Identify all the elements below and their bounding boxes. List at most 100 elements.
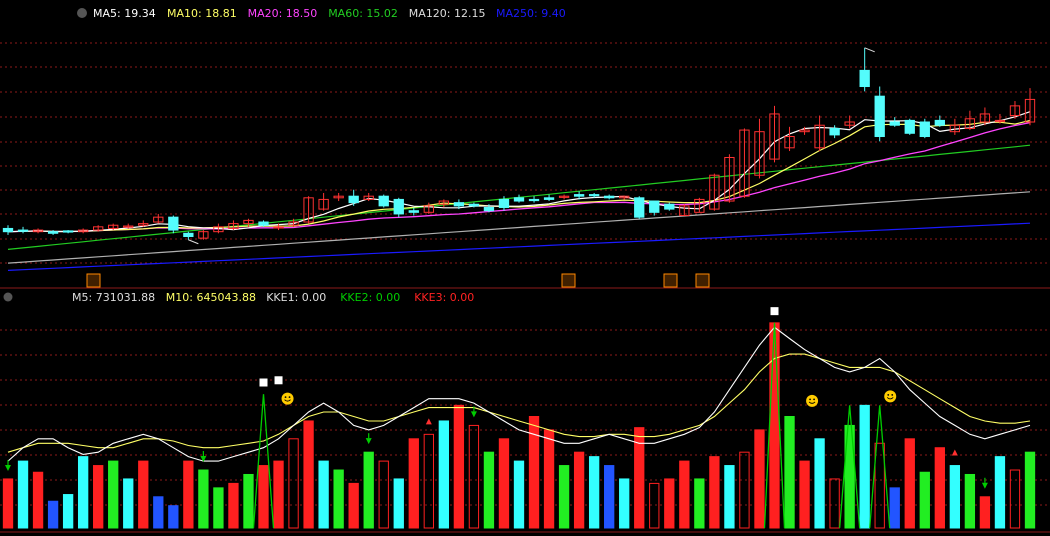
- event-tag-box[interactable]: [561, 273, 576, 288]
- candle-body[interactable]: [2, 227, 14, 233]
- indicator-bar[interactable]: [47, 500, 59, 529]
- indicator-bar[interactable]: [994, 456, 1006, 529]
- indicator-bar[interactable]: [814, 438, 825, 529]
- indicator-bar[interactable]: [303, 420, 314, 529]
- candle-body[interactable]: [934, 119, 945, 126]
- indicator-bar[interactable]: [153, 496, 164, 529]
- indicator-bar[interactable]: [739, 451, 750, 529]
- indicator-bar[interactable]: [17, 460, 29, 529]
- indicator-bar[interactable]: [1024, 451, 1036, 529]
- indicator-bar[interactable]: [543, 429, 555, 529]
- indicator-bar[interactable]: [378, 460, 389, 529]
- indicator-bar[interactable]: [874, 442, 885, 529]
- candle-body[interactable]: [634, 197, 645, 218]
- indicator-bar[interactable]: [363, 451, 374, 529]
- candle-body[interactable]: [829, 127, 840, 136]
- indicator-bar[interactable]: [318, 460, 329, 529]
- indicator-bar[interactable]: [228, 482, 239, 529]
- indicator-bar[interactable]: [348, 482, 359, 529]
- event-tag-box[interactable]: [86, 273, 101, 288]
- candle-body[interactable]: [513, 197, 525, 202]
- indicator-bar[interactable]: [198, 469, 209, 529]
- candle-body[interactable]: [528, 198, 540, 202]
- indicator-bar[interactable]: [168, 505, 179, 529]
- indicator-bar[interactable]: [423, 433, 434, 529]
- indicator-bar[interactable]: [724, 465, 735, 529]
- candle-body[interactable]: [258, 221, 269, 226]
- indicator-bar[interactable]: [619, 478, 630, 529]
- candle-body[interactable]: [393, 198, 404, 215]
- settings-circle-icon[interactable]: [77, 8, 87, 18]
- indicator-bar[interactable]: [889, 487, 900, 529]
- indicator-bar[interactable]: [604, 465, 615, 529]
- indicator-bar[interactable]: [453, 404, 465, 529]
- candle-body[interactable]: [919, 121, 930, 138]
- candle-body[interactable]: [604, 195, 615, 199]
- candle-body[interactable]: [874, 95, 885, 138]
- indicator-bar[interactable]: [288, 438, 299, 529]
- indicator-bar[interactable]: [769, 322, 780, 529]
- indicator-bar[interactable]: [183, 460, 194, 529]
- candle-body[interactable]: [408, 210, 419, 213]
- indicator-bar[interactable]: [919, 471, 930, 529]
- indicator-bar[interactable]: [649, 482, 660, 529]
- indicator-bar[interactable]: [483, 451, 495, 529]
- indicator-bar[interactable]: [498, 438, 510, 529]
- indicator-bar[interactable]: [138, 460, 149, 529]
- indicator-bar[interactable]: [709, 456, 720, 529]
- indicator-bar[interactable]: [934, 447, 945, 529]
- indicator-bar[interactable]: [273, 460, 284, 529]
- indicator-bar[interactable]: [1009, 469, 1021, 529]
- indicator-bar[interactable]: [979, 496, 991, 529]
- candle-body[interactable]: [483, 206, 495, 212]
- candle-body[interactable]: [498, 198, 510, 208]
- indicator-bar[interactable]: [829, 478, 840, 529]
- indicator-bar[interactable]: [859, 404, 870, 529]
- indicator-bar[interactable]: [784, 416, 795, 529]
- indicator-bar[interactable]: [408, 438, 419, 529]
- candle-body[interactable]: [453, 202, 465, 207]
- candle-body[interactable]: [468, 203, 480, 207]
- indicator-bar[interactable]: [108, 460, 119, 529]
- candle-body[interactable]: [649, 200, 660, 213]
- indicator-bar[interactable]: [904, 438, 915, 529]
- indicator-bar[interactable]: [573, 451, 585, 529]
- candle-body[interactable]: [183, 232, 194, 238]
- candle-body[interactable]: [588, 194, 600, 197]
- candle-body[interactable]: [664, 203, 675, 210]
- candle-body[interactable]: [889, 121, 900, 126]
- indicator-bar[interactable]: [664, 478, 675, 529]
- settings-circle-icon[interactable]: [3, 292, 13, 302]
- indicator-bar[interactable]: [558, 465, 570, 529]
- candle-body[interactable]: [378, 195, 389, 207]
- indicator-bar[interactable]: [468, 424, 480, 529]
- indicator-bar[interactable]: [77, 456, 89, 529]
- indicator-bar[interactable]: [32, 471, 44, 529]
- indicator-bar[interactable]: [123, 478, 134, 529]
- indicator-bar[interactable]: [588, 456, 600, 529]
- indicator-bar[interactable]: [694, 478, 705, 529]
- event-tag-box[interactable]: [695, 273, 710, 288]
- candle-body[interactable]: [348, 195, 359, 204]
- indicator-bar[interactable]: [333, 469, 344, 529]
- candle-body[interactable]: [573, 194, 585, 197]
- indicator-bar[interactable]: [62, 494, 74, 529]
- candle-body[interactable]: [47, 231, 59, 234]
- candle-body[interactable]: [543, 197, 555, 200]
- candle-body[interactable]: [859, 69, 870, 88]
- candle-body[interactable]: [17, 229, 29, 232]
- indicator-bar[interactable]: [258, 465, 269, 529]
- indicator-bar[interactable]: [213, 487, 224, 529]
- indicator-bar[interactable]: [93, 465, 104, 529]
- indicator-bar[interactable]: [393, 478, 404, 529]
- indicator-bar[interactable]: [949, 465, 961, 529]
- candle-body[interactable]: [904, 119, 915, 134]
- indicator-bar[interactable]: [799, 460, 810, 529]
- indicator-bar[interactable]: [754, 429, 765, 529]
- indicator-bar[interactable]: [243, 473, 254, 529]
- indicator-bar[interactable]: [964, 473, 976, 529]
- event-tag-box[interactable]: [663, 273, 678, 288]
- indicator-bar[interactable]: [438, 420, 450, 529]
- candle-body[interactable]: [62, 230, 74, 233]
- indicator-bar[interactable]: [2, 478, 14, 529]
